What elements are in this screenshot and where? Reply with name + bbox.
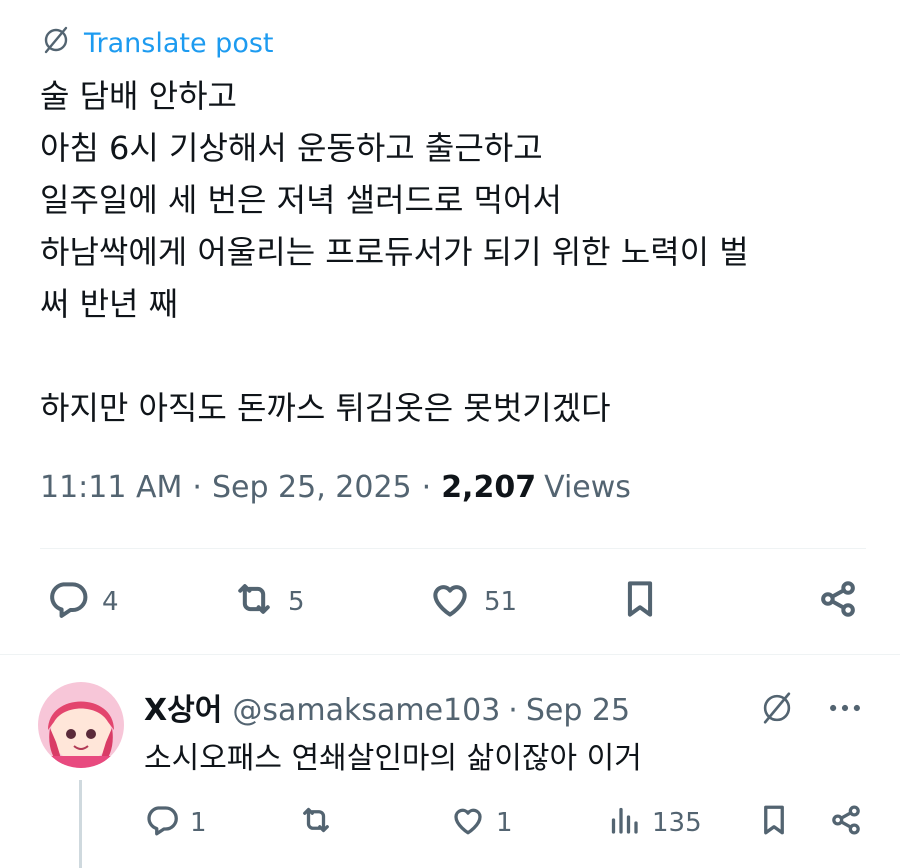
bookmark-button[interactable]	[756, 803, 792, 843]
heart-icon	[450, 802, 486, 845]
reply-author-name[interactable]: X상어	[144, 685, 222, 729]
post-time[interactable]: 11:11 AM	[40, 470, 182, 505]
repost-icon	[298, 802, 334, 845]
translate-post-label: Translate post	[84, 28, 274, 59]
post-meta: 11:11 AM · Sep 25, 2025 · 2,207 Views	[40, 470, 631, 505]
more-options-icon[interactable]	[826, 689, 864, 731]
post-blank-line	[40, 330, 870, 382]
post-line: 일주일에 세 번은 저녁 샐러드로 먹어서	[40, 181, 562, 219]
share-button[interactable]	[828, 803, 864, 843]
post-text: 술 담배 안하고 아침 6시 기상해서 운동하고 출근하고 일주일에 세 번은 …	[40, 70, 870, 434]
reply-post[interactable]: X상어 @samaksame103 · Sep 25 소시오패스 연쇄살인마의 …	[0, 655, 900, 868]
reply-count: 1	[190, 808, 207, 838]
reply-icon	[46, 577, 90, 628]
avatar[interactable]	[38, 682, 124, 768]
views-button[interactable]: 135	[606, 803, 702, 843]
translate-icon[interactable]	[758, 689, 796, 731]
like-count: 1	[496, 808, 513, 838]
bookmark-icon	[756, 802, 792, 845]
divider	[40, 548, 866, 549]
reply-button[interactable]: 4	[46, 574, 119, 630]
meta-separator: ·	[192, 470, 202, 505]
post-date[interactable]: Sep 25, 2025	[212, 470, 412, 505]
post-line: 아침 6시 기상해서 운동하고 출근하고	[40, 129, 543, 167]
bookmark-button[interactable]	[618, 574, 662, 630]
meta-separator: ·	[508, 693, 518, 728]
translate-icon	[40, 24, 72, 63]
reply-header-icons	[758, 689, 864, 731]
views-count: 135	[652, 808, 702, 838]
analytics-icon	[606, 802, 642, 845]
post-line: 하남싹에게 어울리는 프로듀서가 되기 위한 노력이 벌	[40, 233, 749, 271]
reply-author-handle[interactable]: @samaksame103	[232, 693, 500, 728]
post-line: 술 담배 안하고	[40, 77, 237, 115]
bookmark-icon	[618, 577, 662, 628]
post-line: 써 반년 째	[40, 285, 179, 323]
like-count: 51	[484, 587, 518, 617]
reply-header: X상어 @samaksame103 · Sep 25	[144, 685, 630, 729]
repost-button[interactable]	[298, 803, 334, 843]
reply-button[interactable]: 1	[144, 803, 207, 843]
reply-action-bar: 1 1 135	[144, 803, 864, 843]
repost-button[interactable]: 5	[232, 574, 305, 630]
reply-icon	[144, 802, 180, 845]
meta-separator: ·	[421, 470, 432, 505]
like-button[interactable]: 1	[450, 803, 513, 843]
reply-date[interactable]: Sep 25	[526, 693, 630, 728]
translate-post-link[interactable]: Translate post	[40, 24, 274, 63]
share-button[interactable]	[816, 574, 860, 630]
heart-icon	[428, 577, 472, 628]
like-button[interactable]: 51	[428, 574, 517, 630]
share-icon	[816, 577, 860, 628]
thread-line	[79, 780, 82, 868]
post-action-bar: 4 5 51	[40, 574, 860, 630]
views-label: Views	[544, 470, 631, 505]
views-count: 2,207	[441, 470, 537, 505]
reply-text: 소시오패스 연쇄살인마의 삶이잖아 이거	[144, 741, 642, 776]
reply-count: 4	[102, 587, 119, 617]
repost-count: 5	[288, 587, 305, 617]
share-icon	[828, 802, 864, 845]
post-line: 하지만 아직도 돈까스 튀김옷은 못벗기겠다	[40, 389, 611, 427]
repost-icon	[232, 577, 276, 628]
